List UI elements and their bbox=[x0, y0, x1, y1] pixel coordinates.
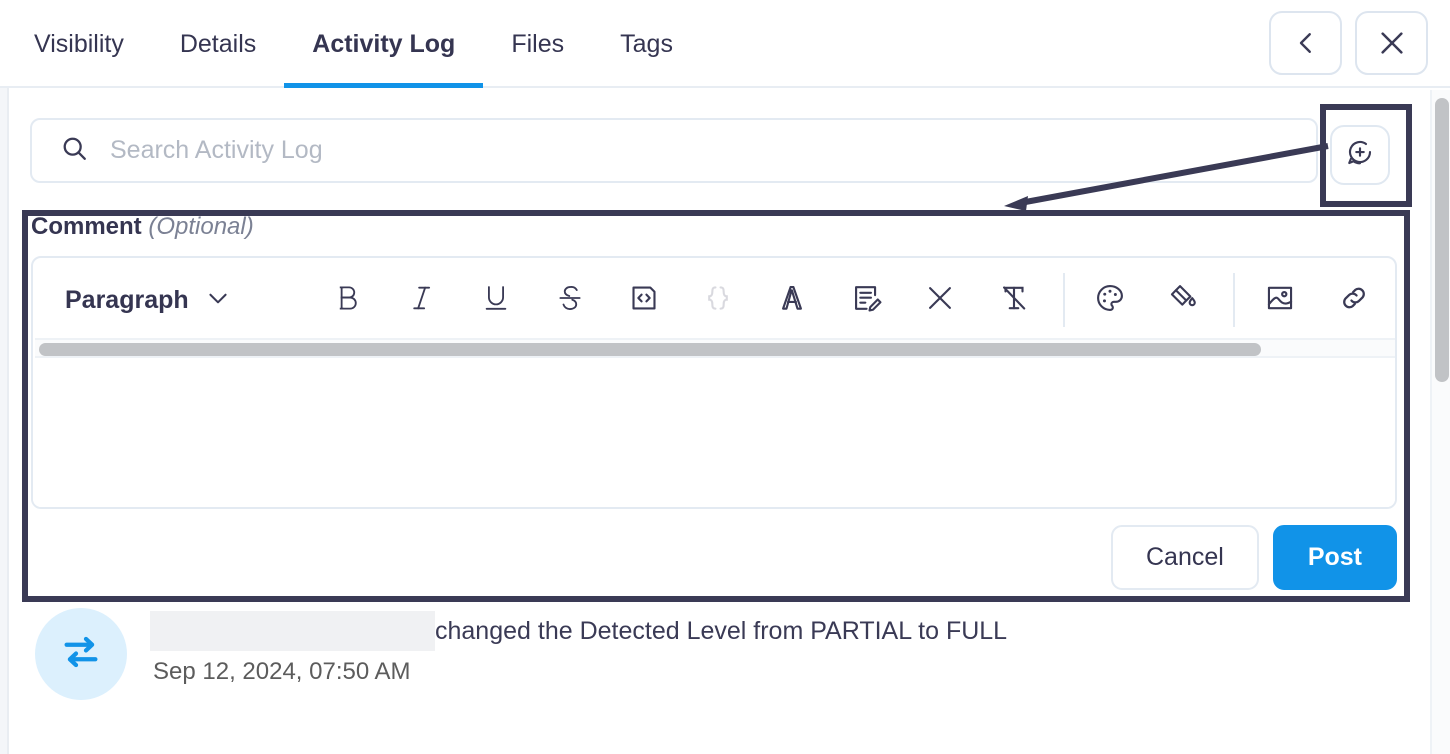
text-color-button[interactable] bbox=[1083, 273, 1137, 327]
comment-plus-icon bbox=[1345, 138, 1375, 173]
font-icon bbox=[775, 281, 809, 320]
avatar bbox=[35, 608, 127, 700]
code-block-button[interactable] bbox=[691, 273, 745, 327]
inline-code-icon bbox=[627, 281, 661, 320]
swap-arrows-icon bbox=[58, 629, 104, 680]
insert-link-icon bbox=[1337, 281, 1371, 320]
activity-entry-text: changed the Detected Level from PARTIAL … bbox=[150, 611, 1007, 651]
toolbar-scrollbar-thumb[interactable] bbox=[39, 343, 1261, 356]
tab-list: Visibility Details Activity Log Files Ta… bbox=[0, 0, 701, 88]
clear-icon bbox=[923, 281, 957, 320]
tab-details[interactable]: Details bbox=[152, 0, 284, 88]
panel-vertical-scrollbar[interactable] bbox=[1430, 90, 1450, 754]
redacted-author bbox=[150, 611, 435, 651]
tab-bar: Visibility Details Activity Log Files Ta… bbox=[0, 0, 1450, 88]
text-color-palette-icon bbox=[1093, 281, 1127, 320]
activity-log-panel: Visibility Details Activity Log Files Ta… bbox=[0, 0, 1450, 754]
close-button[interactable] bbox=[1355, 11, 1428, 75]
chevron-down-icon bbox=[205, 285, 231, 316]
italic-button[interactable] bbox=[395, 273, 449, 327]
chevron-left-icon bbox=[1291, 28, 1321, 58]
tab-activity-log-label: Activity Log bbox=[312, 29, 456, 58]
tab-files[interactable]: Files bbox=[483, 0, 592, 88]
clear-formatting-icon bbox=[997, 281, 1031, 320]
comment-optional-text: (Optional) bbox=[148, 213, 254, 240]
comment-actions: Cancel Post bbox=[1110, 525, 1397, 590]
insert-image-icon bbox=[1263, 281, 1297, 320]
comment-label: Comment (Optional) bbox=[31, 213, 254, 241]
search-row: Search Activity Log bbox=[0, 90, 1430, 210]
tab-tags-label: Tags bbox=[620, 29, 673, 58]
rich-text-editor: Paragraph bbox=[31, 256, 1397, 509]
tab-visibility[interactable]: Visibility bbox=[0, 0, 152, 88]
header-actions bbox=[1269, 11, 1428, 75]
editor-toolbar: Paragraph bbox=[33, 258, 1395, 342]
tab-tags[interactable]: Tags bbox=[592, 0, 701, 88]
code-block-icon bbox=[701, 281, 735, 320]
highlight-button[interactable] bbox=[1157, 273, 1211, 327]
tab-details-label: Details bbox=[179, 29, 257, 58]
insert-link-button[interactable] bbox=[1327, 273, 1381, 327]
post-button-label: Post bbox=[1307, 543, 1362, 571]
close-icon bbox=[1376, 27, 1408, 59]
block-style-label: Paragraph bbox=[65, 285, 189, 314]
cancel-button-label: Cancel bbox=[1145, 543, 1224, 571]
panel-scrollbar-thumb[interactable] bbox=[1435, 98, 1449, 382]
activity-entry: changed the Detected Level from PARTIAL … bbox=[22, 608, 1412, 718]
activity-entry-timestamp: Sep 12, 2024, 07:50 AM bbox=[153, 658, 411, 685]
block-style-dropdown[interactable]: Paragraph bbox=[65, 285, 231, 316]
tab-files-label: Files bbox=[511, 29, 565, 58]
clear-formatting-button[interactable] bbox=[987, 273, 1041, 327]
search-icon bbox=[60, 134, 89, 168]
highlight-fill-icon bbox=[1167, 281, 1201, 320]
italic-icon bbox=[405, 281, 439, 320]
strikethrough-button[interactable] bbox=[543, 273, 597, 327]
tab-activity-log[interactable]: Activity Log bbox=[284, 0, 484, 88]
comment-text-area[interactable] bbox=[33, 360, 1395, 507]
tab-visibility-label: Visibility bbox=[34, 29, 124, 58]
cancel-button[interactable]: Cancel bbox=[1110, 525, 1259, 590]
insert-image-button[interactable] bbox=[1253, 273, 1307, 327]
toolbar-divider-2 bbox=[1232, 273, 1235, 327]
font-button[interactable] bbox=[765, 273, 819, 327]
bold-icon bbox=[331, 281, 365, 320]
toolbar-horizontal-scrollbar[interactable] bbox=[35, 338, 1395, 358]
comment-editor-panel: Comment (Optional) Paragraph Cancel Post bbox=[22, 210, 1410, 602]
edit-document-button[interactable] bbox=[839, 273, 893, 327]
underline-button[interactable] bbox=[469, 273, 523, 327]
underline-icon bbox=[479, 281, 513, 320]
search-placeholder: Search Activity Log bbox=[110, 136, 323, 164]
bold-button[interactable] bbox=[321, 273, 375, 327]
panel-left-edge bbox=[0, 88, 9, 754]
search-input[interactable]: Search Activity Log bbox=[30, 118, 1318, 183]
strikethrough-icon bbox=[553, 281, 587, 320]
back-button[interactable] bbox=[1269, 11, 1342, 75]
comment-label-text: Comment bbox=[31, 213, 142, 240]
inline-code-button[interactable] bbox=[617, 273, 671, 327]
toolbar-divider-1 bbox=[1062, 273, 1065, 327]
activity-entry-description: changed the Detected Level from PARTIAL … bbox=[435, 616, 1008, 645]
edit-document-icon bbox=[849, 281, 883, 320]
clear-button[interactable] bbox=[913, 273, 967, 327]
add-comment-button[interactable] bbox=[1330, 125, 1390, 185]
post-button[interactable]: Post bbox=[1272, 525, 1397, 590]
